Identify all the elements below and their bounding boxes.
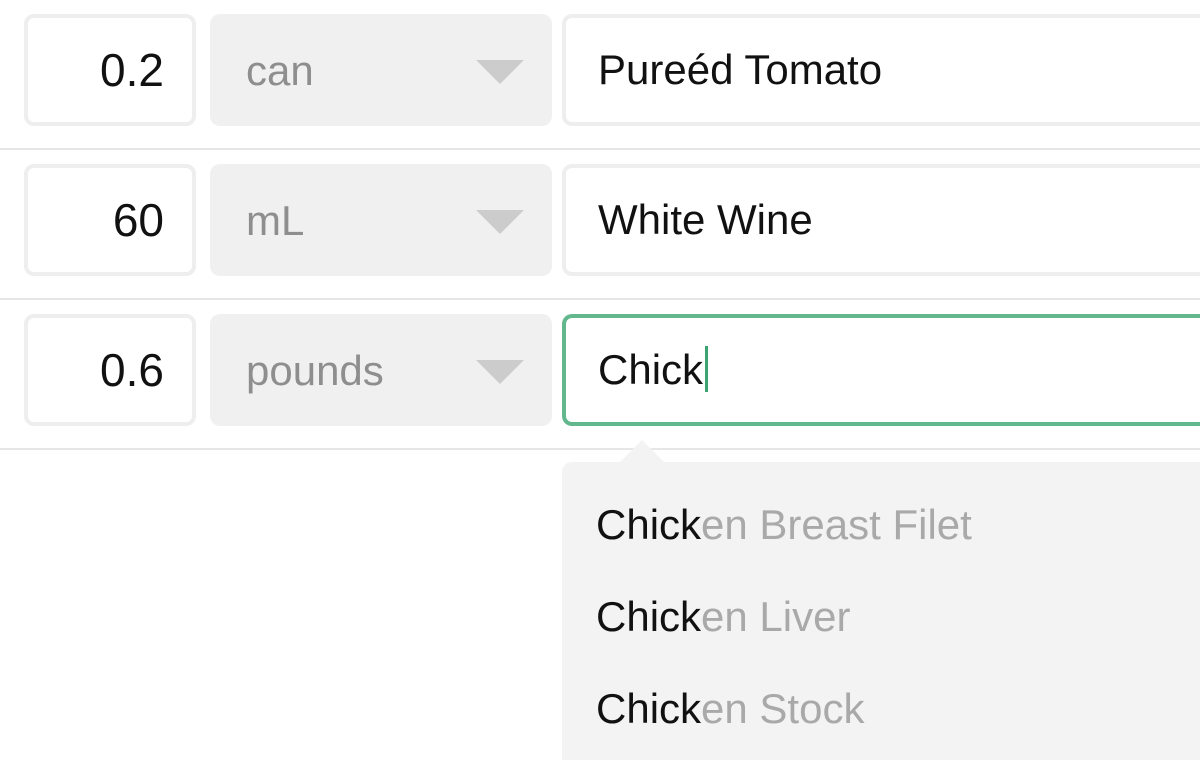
suggestion-completion: en Breast Filet: [701, 501, 972, 548]
autocomplete-suggestion[interactable]: Chicken Liver: [596, 592, 850, 642]
quantity-input[interactable]: 0.6: [24, 314, 196, 426]
chevron-down-icon: [476, 60, 524, 84]
unit-select[interactable]: can: [210, 14, 552, 126]
suggestion-match: Chick: [596, 685, 702, 732]
suggestion-completion: en Stock: [701, 685, 865, 732]
quantity-input[interactable]: 60: [24, 164, 196, 276]
ingredient-name-input[interactable]: White Wine: [562, 164, 1200, 276]
autocomplete-suggestion[interactable]: Chicken Stock: [596, 684, 864, 734]
suggestion-match: Chick: [596, 501, 702, 548]
autocomplete-dropdown: Chicken Breast Filet Chicken Liver Chick…: [562, 440, 1200, 760]
chevron-down-icon: [476, 210, 524, 234]
unit-select[interactable]: mL: [210, 164, 552, 276]
ingredient-row: 60 mL White Wine: [0, 150, 1200, 300]
autocomplete-suggestion[interactable]: Chicken Breast Filet: [596, 500, 972, 550]
chevron-down-icon: [476, 360, 524, 384]
ingredient-name-text: Chick: [598, 346, 704, 393]
suggestion-match: Chick: [596, 593, 702, 640]
suggestion-completion: en Liver: [701, 593, 851, 640]
ingredient-row: 0.6 pounds Chick: [0, 300, 1200, 450]
unit-select[interactable]: pounds: [210, 314, 552, 426]
ingredient-editor: 0.2 can Pureéd Tomato 60 mL White Wine 0…: [0, 0, 1200, 760]
quantity-input[interactable]: 0.2: [24, 14, 196, 126]
ingredient-row: 0.2 can Pureéd Tomato: [0, 0, 1200, 150]
ingredient-name-input-focused[interactable]: Chick: [562, 314, 1200, 426]
unit-select-value: can: [246, 47, 314, 94]
text-cursor: [705, 346, 709, 392]
unit-select-value: mL: [246, 197, 305, 244]
unit-select-value: pounds: [246, 347, 384, 394]
dropdown-pointer: [620, 440, 664, 462]
row-divider: [0, 448, 1200, 450]
ingredient-name-input[interactable]: Pureéd Tomato: [562, 14, 1200, 126]
